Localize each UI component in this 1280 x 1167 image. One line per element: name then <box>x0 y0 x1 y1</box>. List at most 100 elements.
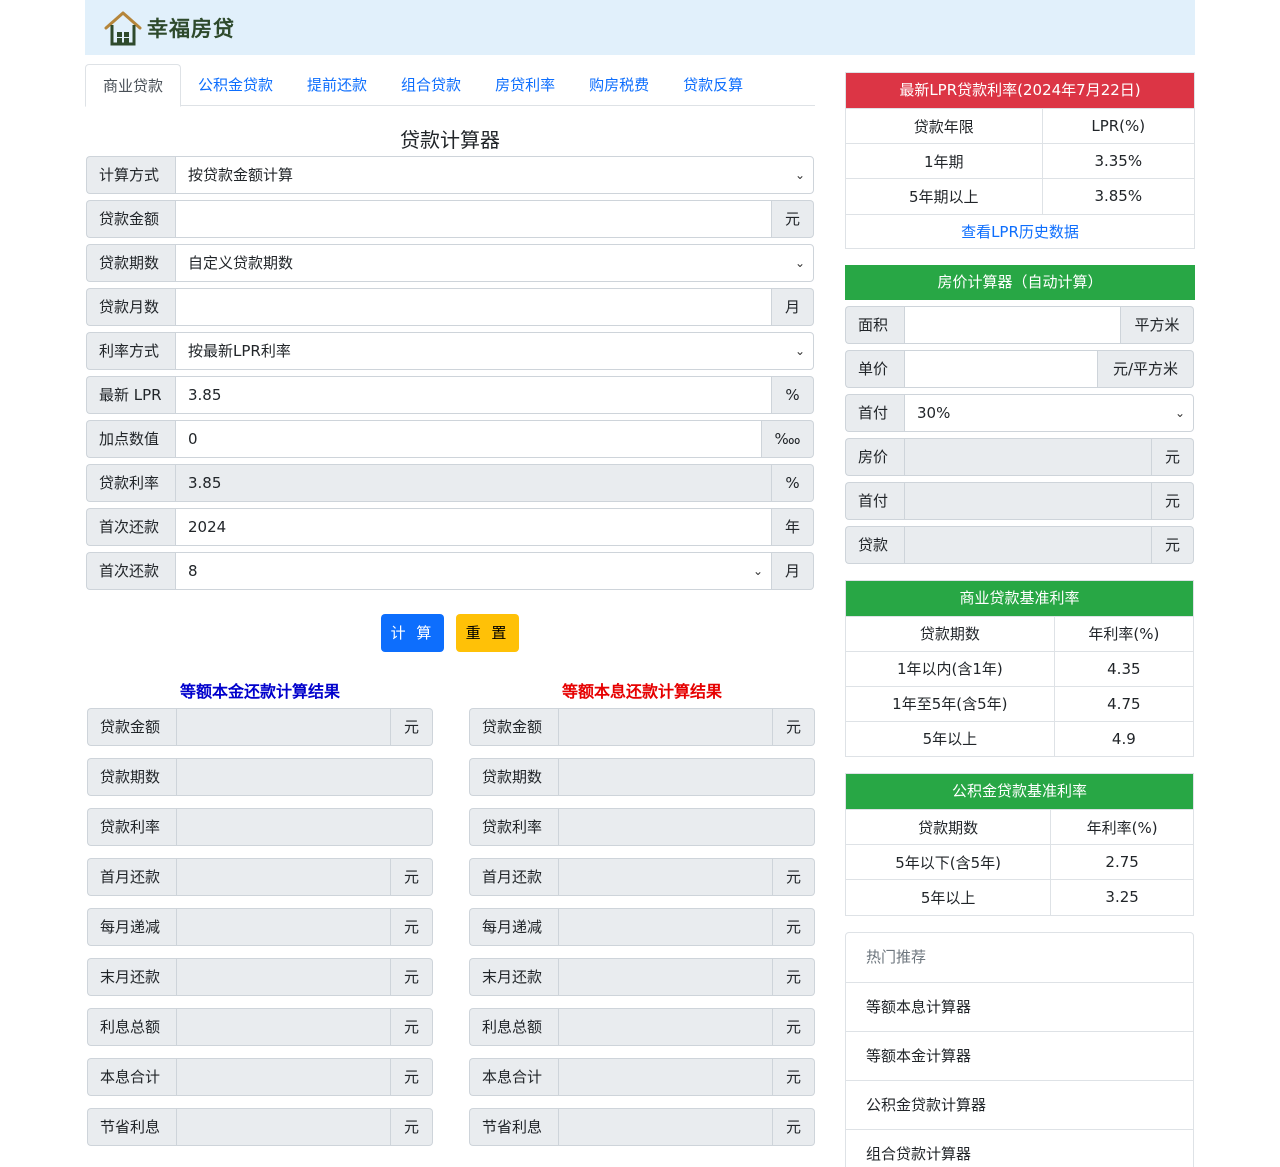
result-row: 本息合计 元 <box>469 1058 815 1096</box>
basis-points-input[interactable]: 0 <box>175 420 762 458</box>
table-row: 5年以上 3.25 <box>846 879 1193 915</box>
field-label: 计算方式 <box>86 156 175 194</box>
tab-reverse-calc[interactable]: 贷款反算 <box>666 64 760 105</box>
commercial-rate-table: 贷款期数 年利率(%) 1年以内(含1年) 4.35 1年至5年(含5年) 4.75 … <box>846 615 1193 756</box>
lpr-input[interactable]: 3.85 <box>175 376 772 414</box>
field-label: 首付 <box>845 393 904 432</box>
house-price-output <box>904 437 1152 476</box>
form-buttons: 计 算 重 置 <box>85 614 815 652</box>
unit-suffix: 元 <box>772 200 814 238</box>
unit-suffix: 元 <box>773 958 815 996</box>
result-row: 贷款金额 元 <box>87 708 433 746</box>
area-input[interactable] <box>904 305 1121 344</box>
first-payment-year-input[interactable]: 2024 <box>175 508 772 546</box>
table-header: 贷款期数 <box>846 615 1055 651</box>
field-label: 贷款 <box>845 525 904 564</box>
calc-method-row: 计算方式 按贷款金额计算 ⌄ <box>86 156 814 194</box>
list-item[interactable]: 公积金贷款计算器 <box>846 1079 1193 1129</box>
result-row: 首月还款 元 <box>469 858 815 896</box>
table-header: LPR(%) <box>1041 108 1194 144</box>
result-value <box>176 1108 391 1146</box>
result-row: 首月还款 元 <box>87 858 433 896</box>
loan-term-row: 贷款期数 自定义贷款期数 ⌄ <box>86 244 814 282</box>
unit-suffix: 元 <box>1152 525 1194 564</box>
unit-suffix: 元 <box>1152 437 1194 476</box>
chevron-down-icon: ⌄ <box>794 168 805 182</box>
result-value <box>176 758 433 796</box>
lpr-row: 最新 LPR 3.85 % <box>86 376 814 414</box>
result-label: 利息总额 <box>469 1008 558 1046</box>
table-cell: 5年以上 <box>846 720 1055 756</box>
tab-combined-loan[interactable]: 组合贷款 <box>384 64 478 105</box>
result-value <box>176 708 391 746</box>
loan-months-input[interactable] <box>175 288 772 326</box>
loan-term-select[interactable]: 自定义贷款期数 ⌄ <box>175 244 814 282</box>
select-value: 自定义贷款期数 <box>188 254 294 272</box>
field-label: 面积 <box>845 305 904 344</box>
table-cell: 4.9 <box>1053 720 1193 756</box>
result-value <box>558 708 773 746</box>
tab-mortgage-rates[interactable]: 房贷利率 <box>478 64 572 105</box>
field-label: 房价 <box>845 437 904 476</box>
commercial-base-rate-box: 商业贷款基准利率 贷款期数 年利率(%) 1年以内(含1年) 4.35 1年至5年(… <box>845 579 1194 757</box>
first-payment-year-row: 首次还款 2024 年 <box>86 508 814 546</box>
lpr-history-link[interactable]: 查看LPR历史数据 <box>961 223 1079 241</box>
tab-commercial-loan[interactable]: 商业贷款 <box>85 64 182 107</box>
fund-box-title: 公积金贷款基准利率 <box>846 774 1193 809</box>
table-row: 5年以下(含5年) 2.75 <box>846 844 1193 880</box>
tab-purchase-tax[interactable]: 购房税费 <box>572 64 666 105</box>
basis-points-row: 加点数值 0 ‱ <box>86 420 814 458</box>
table-cell: 5年以上 <box>846 879 1051 915</box>
house-icon <box>104 11 142 46</box>
select-value: 8 <box>188 562 198 580</box>
result-row: 末月还款 元 <box>469 958 815 996</box>
unit-suffix: % <box>772 464 814 502</box>
result-value <box>558 1008 773 1046</box>
tab-fund-loan[interactable]: 公积金贷款 <box>181 64 290 105</box>
commercial-box-title: 商业贷款基准利率 <box>846 580 1193 616</box>
table-row: 5年期以上 3.85% <box>846 178 1194 214</box>
unit-suffix: 元 <box>391 858 433 896</box>
reset-button[interactable]: 重 置 <box>456 614 519 652</box>
loan-months-row: 贷款月数 月 <box>86 288 814 326</box>
house-price-calculator: 房价计算器（自动计算） 面积 平方米 单价 元/平方米 首付 30% ⌄ 房价 元… <box>845 264 1195 564</box>
table-row: 5年以上 4.9 <box>846 720 1193 756</box>
list-item[interactable]: 等额本息计算器 <box>846 981 1193 1031</box>
lpr-history-link-row: 查看LPR历史数据 <box>846 213 1194 248</box>
chevron-down-icon: ⌄ <box>752 564 763 578</box>
table-row: 1年以内(含1年) 4.35 <box>846 650 1193 686</box>
tab-prepayment[interactable]: 提前还款 <box>290 64 384 105</box>
select-value: 按贷款金额计算 <box>188 166 294 184</box>
rate-mode-select[interactable]: 按最新LPR利率 ⌄ <box>175 332 814 370</box>
first-payment-month-row: 首次还款 8 ⌄ 月 <box>86 552 814 590</box>
result-value <box>558 858 773 896</box>
field-label: 贷款金额 <box>86 200 175 238</box>
result-value <box>558 758 815 796</box>
table-row: 1年至5年(含5年) 4.75 <box>846 685 1193 721</box>
price-box-title: 房价计算器（自动计算） <box>845 264 1195 300</box>
result-row: 节省利息 元 <box>87 1108 433 1146</box>
unit-price-input[interactable] <box>904 349 1098 388</box>
loan-form: 计算方式 按贷款金额计算 ⌄ 贷款金额 元 贷款期数 自定义贷款期数 ⌄ 贷款月数 … <box>85 156 815 590</box>
unit-suffix: 元 <box>391 1108 433 1146</box>
unit-suffix: 元 <box>391 908 433 946</box>
calculate-button[interactable]: 计 算 <box>381 614 444 652</box>
unit-suffix: 元 <box>391 958 433 996</box>
down-payment-output <box>904 481 1152 520</box>
field-label: 贷款月数 <box>86 288 175 326</box>
list-item[interactable]: 等额本金计算器 <box>846 1030 1193 1080</box>
result-label: 贷款利率 <box>87 808 176 846</box>
table-header-row: 贷款期数 年利率(%) <box>846 809 1193 845</box>
table-cell: 5年期以上 <box>846 178 1043 214</box>
chevron-down-icon: ⌄ <box>1174 405 1185 420</box>
result-label: 首月还款 <box>469 858 558 896</box>
site-logo[interactable]: 幸福房贷 <box>103 8 235 48</box>
calc-method-select[interactable]: 按贷款金额计算 ⌄ <box>175 156 814 194</box>
first-payment-month-select[interactable]: 8 ⌄ <box>175 552 772 590</box>
list-item[interactable]: 组合贷款计算器 <box>846 1128 1193 1167</box>
unit-suffix: 元 <box>773 908 815 946</box>
loan-amount-input[interactable] <box>175 200 772 238</box>
result-value <box>558 958 773 996</box>
loan-amount-row: 贷款 元 <box>845 525 1194 564</box>
down-ratio-select[interactable]: 30% ⌄ <box>904 393 1194 432</box>
